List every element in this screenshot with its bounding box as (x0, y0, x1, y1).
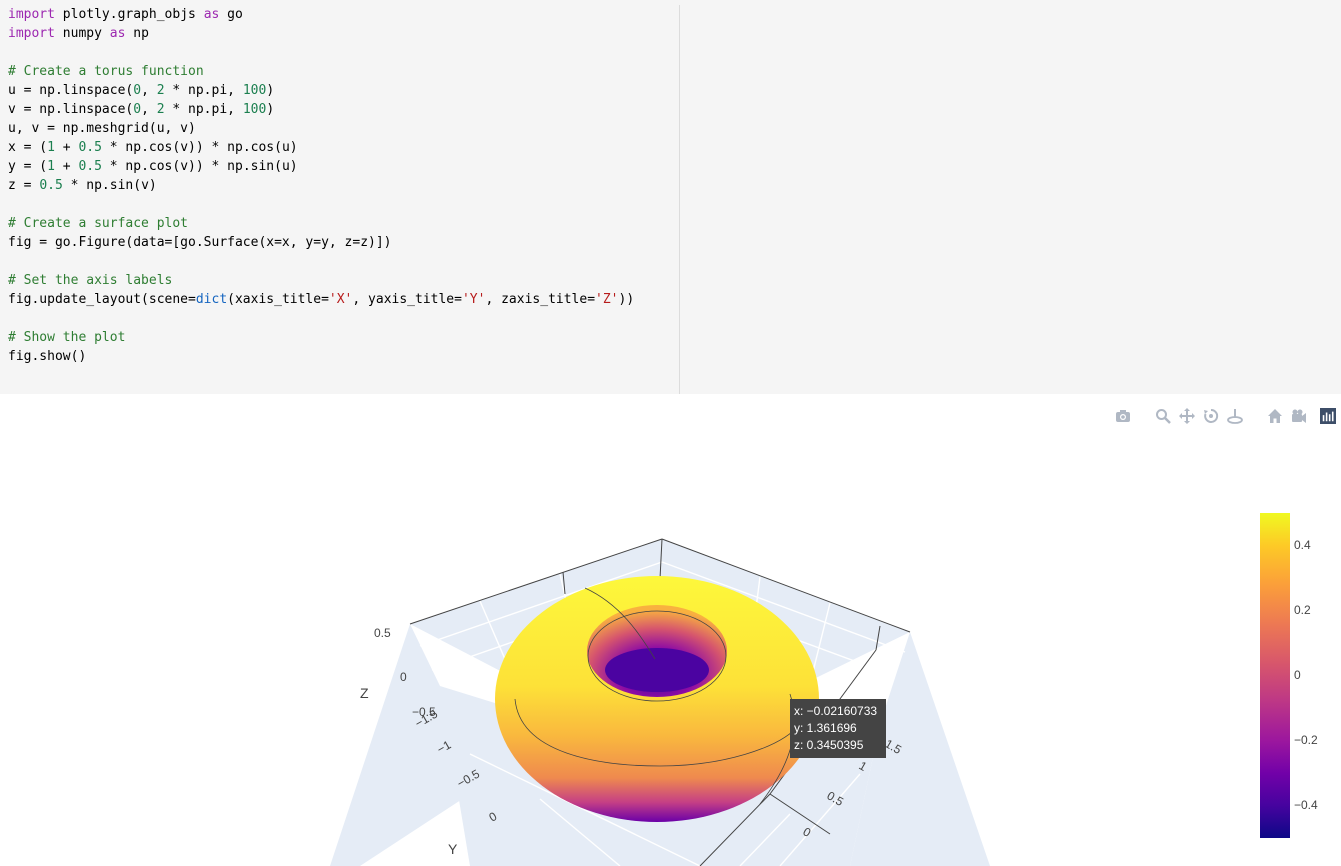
code-line[interactable] (8, 43, 679, 62)
code-line[interactable]: import numpy as np (8, 24, 679, 43)
code-token: * np.pi, (164, 102, 243, 117)
camera-icon[interactable] (1114, 407, 1132, 425)
code-line[interactable] (8, 195, 679, 214)
code-token: , (141, 83, 157, 98)
code-token: 100 (242, 83, 267, 98)
tooltip-x: x: −0.02160733 (794, 704, 878, 718)
code-line[interactable]: # Create a torus function (8, 62, 679, 81)
code-token: 1 (47, 159, 55, 174)
code-line[interactable]: # Set the axis labels (8, 271, 679, 290)
code-token: + (54, 159, 79, 174)
plot-modebar (1114, 406, 1336, 426)
plotly-logo-icon[interactable] (1320, 408, 1336, 424)
code-token: , (141, 102, 157, 117)
tooltip-y: y: 1.361696 (794, 721, 857, 735)
code-token: as (109, 26, 126, 41)
plot-scene[interactable]: 0.5 0 −0.5 Z −1.5 −1 −0.5 0 Y 1.5 1 0.5 … (0, 394, 1341, 866)
code-token: as (203, 7, 220, 22)
code-token: , yaxis_title= (352, 292, 462, 307)
code-token: 0.5 (78, 159, 102, 174)
code-line[interactable]: x = (1 + 0.5 * np.cos(v)) * np.cos(u) (8, 138, 679, 157)
plot-output: 0.5 0 −0.5 Z −1.5 −1 −0.5 0 Y 1.5 1 0.5 … (0, 394, 1341, 866)
code-line[interactable] (8, 309, 679, 328)
code-line[interactable]: # Show the plot (8, 328, 679, 347)
code-line[interactable]: u, v = np.meshgrid(u, v) (8, 119, 679, 138)
code-token: numpy (54, 26, 110, 41)
code-token: go (219, 7, 243, 22)
pan-icon[interactable] (1178, 407, 1196, 425)
camera-view-icon[interactable] (1290, 407, 1308, 425)
code-token: u, v = np.meshgrid(u, v) (8, 121, 196, 136)
code-token: * np.cos(v)) * np.sin(u) (101, 159, 298, 174)
code-token: 2 (156, 102, 165, 117)
code-line[interactable]: import plotly.graph_objs as go (8, 5, 679, 24)
code-token: 0.5 (78, 140, 102, 155)
colorbar-tick-4: −0.4 (1294, 798, 1318, 812)
code-token: * np.pi, (164, 83, 243, 98)
code-line[interactable]: fig.update_layout(scene=dict(xaxis_title… (8, 290, 679, 309)
code-line[interactable] (8, 252, 679, 271)
code-line[interactable]: y = (1 + 0.5 * np.cos(v)) * np.sin(u) (8, 157, 679, 176)
code-token: # Set the axis labels (8, 273, 173, 288)
code-token: z = (8, 178, 40, 193)
code-token: dict (195, 292, 228, 307)
code-token: x = ( (8, 140, 48, 155)
orbit-rotation-icon[interactable] (1202, 407, 1220, 425)
code-token: 0.5 (39, 178, 63, 193)
z-tick-0: 0.5 (374, 626, 391, 640)
code-token: + (54, 140, 79, 155)
code-token: , zaxis_title= (485, 292, 596, 307)
code-token: 1 (47, 140, 55, 155)
code-token: 'Y' (461, 292, 486, 307)
code-token: # Create a torus function (8, 64, 204, 79)
z-tick-1: 0 (400, 670, 407, 684)
code-token: )) (618, 292, 635, 307)
code-token: v = np.linspace( (8, 102, 134, 117)
code-token: # Show the plot (8, 330, 126, 345)
code-line[interactable]: fig = go.Figure(data=[go.Surface(x=x, y=… (8, 233, 679, 252)
turntable-rotation-icon[interactable] (1226, 407, 1244, 425)
code-line[interactable]: u = np.linspace(0, 2 * np.pi, 100) (8, 81, 679, 100)
code-line[interactable]: # Create a surface plot (8, 214, 679, 233)
z-axis-title: Z (360, 685, 369, 701)
colorbar (1260, 513, 1290, 838)
code-token: fig.update_layout(scene= (8, 292, 196, 307)
zoom-icon[interactable] (1154, 407, 1172, 425)
code-line[interactable]: v = np.linspace(0, 2 * np.pi, 100) (8, 100, 679, 119)
code-token: fig.show() (8, 349, 87, 364)
code-token: ) (266, 83, 275, 98)
code-token: # Create a surface plot (8, 216, 189, 231)
code-token: y = ( (8, 159, 48, 174)
code-token: * np.cos(v)) * np.cos(u) (101, 140, 298, 155)
colorbar-tick-0: 0.4 (1294, 538, 1311, 552)
code-token: ) (266, 102, 275, 117)
code-token: plotly.graph_objs (54, 7, 204, 22)
tooltip-z: z: 0.3450395 (794, 738, 864, 752)
code-line[interactable]: z = 0.5 * np.sin(v) (8, 176, 679, 195)
code-editor[interactable]: import plotly.graph_objs as go import num… (0, 5, 680, 394)
hover-tooltip: x: −0.02160733 y: 1.361696 z: 0.3450395 (790, 699, 886, 758)
y-axis-title: Y (448, 841, 458, 857)
reset-camera-icon[interactable] (1266, 407, 1284, 425)
code-token: (xaxis_title= (227, 292, 329, 307)
code-token: import (8, 26, 55, 41)
code-token: 2 (156, 83, 165, 98)
code-token: 'Z' (595, 292, 619, 307)
code-token: 100 (242, 102, 267, 117)
colorbar-tick-3: −0.2 (1294, 733, 1318, 747)
code-token: 'X' (328, 292, 353, 307)
code-token: 0 (133, 83, 142, 98)
colorbar-tick-2: 0 (1294, 668, 1301, 682)
code-text[interactable]: import plotly.graph_objs as go import num… (0, 5, 679, 366)
code-token: np (125, 26, 149, 41)
code-token: * np.sin(v) (62, 178, 157, 193)
code-token: fig = go.Figure(data=[go.Surface(x=x, y=… (8, 235, 392, 250)
colorbar-tick-1: 0.2 (1294, 603, 1311, 617)
code-token: 0 (133, 102, 142, 117)
code-token: u = np.linspace( (8, 83, 134, 98)
code-line[interactable]: fig.show() (8, 347, 679, 366)
torus-hole-floor (605, 648, 709, 692)
code-token: import (8, 7, 55, 22)
code-cell[interactable]: import plotly.graph_objs as go import num… (0, 0, 1341, 394)
